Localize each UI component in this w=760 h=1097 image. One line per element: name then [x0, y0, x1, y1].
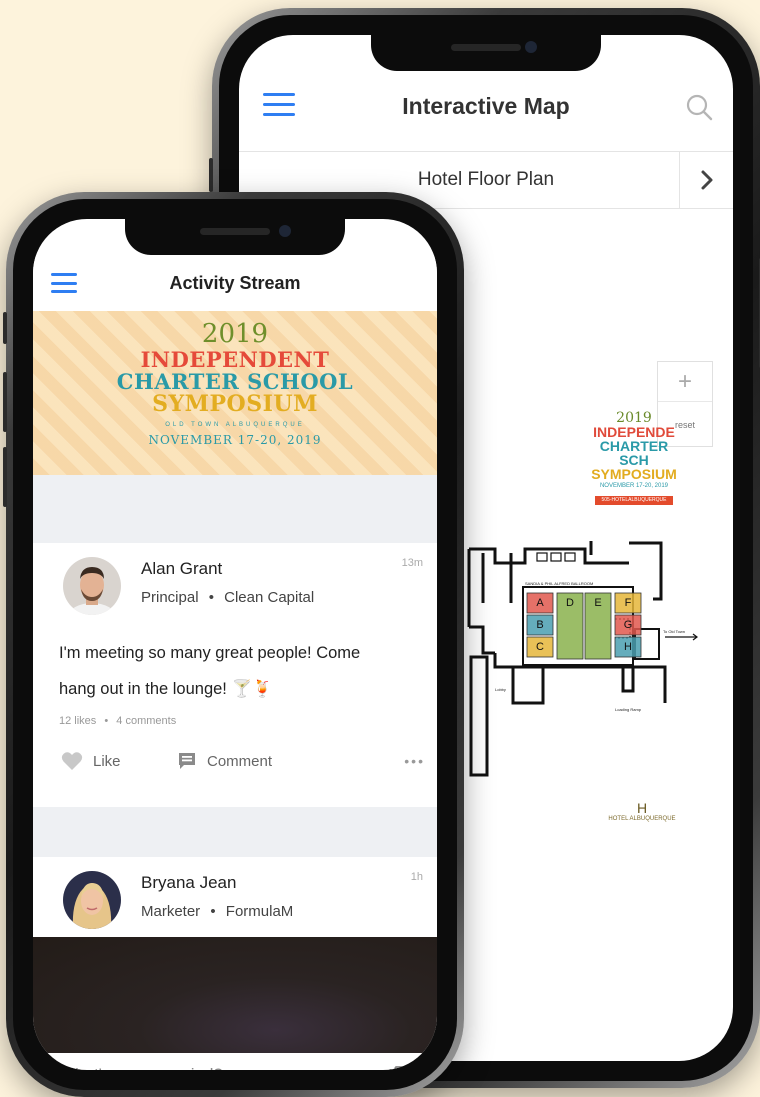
more-options-icon[interactable]: •••	[404, 753, 425, 769]
map-header: Interactive Map	[239, 71, 733, 141]
banner-year: 2019	[201, 319, 269, 349]
room-g[interactable]: G	[614, 614, 642, 636]
post-card: Alan Grant Principal • Clean Capital 13m…	[33, 543, 437, 807]
meta-separator: •	[208, 589, 214, 606]
hotel-logo-name: HOTEL ALBUQUERQUE	[608, 816, 676, 822]
feed-divider	[33, 807, 437, 857]
room-label: C	[536, 641, 544, 653]
volume-up-button	[3, 372, 7, 432]
room-b[interactable]: B	[526, 614, 554, 636]
post-body-line-1: I'm meeting so many great people! Come	[59, 644, 361, 662]
post-author-name[interactable]: Bryana Jean	[141, 873, 236, 893]
notch	[371, 35, 601, 71]
room-label: A	[536, 597, 544, 609]
post-author-name[interactable]: Alan Grant	[141, 559, 222, 579]
room-e[interactable]: E	[584, 592, 612, 660]
post-card: Bryana Jean Marketer • FormulaM 1h	[33, 857, 437, 937]
banner-line-2: CHARTER SCHOOL	[116, 369, 354, 395]
meta-separator: •	[210, 903, 216, 920]
next-floor-button[interactable]	[679, 152, 733, 208]
banner-line-3: SYMPOSIUM	[152, 391, 318, 418]
room-c[interactable]: C	[526, 636, 554, 658]
post-body: I'm meeting so many great people! Come h…	[59, 635, 360, 707]
author-company: FormulaM	[225, 903, 294, 920]
post-timestamp: 1h	[410, 871, 423, 883]
hamburger-icon[interactable]	[263, 93, 295, 116]
volume-down-button	[3, 447, 7, 507]
post-author-meta: Principal • Clean Capital	[141, 589, 314, 606]
post-author-meta: Marketer • FormulaM	[141, 903, 293, 920]
post-stats[interactable]: 12 likes • 4 comments	[59, 715, 176, 727]
room-label: H	[624, 641, 632, 653]
banner-place: OLD TOWN ALBUQUERQUE	[165, 422, 305, 429]
activity-screen: Activity Stream 2019 INDEPENDENT CHARTER…	[33, 219, 437, 1070]
page-title: Activity Stream	[169, 272, 301, 293]
activity-header: Activity Stream	[33, 255, 437, 311]
comment-button[interactable]: Comment	[177, 751, 272, 771]
phone-activity-stream: Activity Stream 2019 INDEPENDENT CHARTER…	[3, 192, 464, 1097]
avatar[interactable]	[63, 871, 121, 929]
floor-selector-label: Hotel Floor Plan	[417, 169, 555, 190]
chevron-right-icon	[701, 170, 712, 190]
logo-tag: 505-HOTELALBUQUERQUE	[595, 496, 673, 505]
loading-ramp-label: Loading Ramp	[615, 707, 642, 712]
avatar-alan-grant-icon	[63, 557, 121, 615]
mute-switch	[209, 158, 213, 192]
stats-separator: •	[104, 715, 109, 727]
avatar-bryana-jean-icon	[63, 871, 121, 929]
room-label: D	[566, 597, 574, 609]
hotel-logo-mark: H	[636, 800, 648, 816]
logo-line-3: SYMPOSIUM	[591, 466, 677, 482]
camera-plus-icon[interactable]	[387, 1064, 411, 1070]
banner-line-1: INDEPENDENT	[140, 347, 330, 372]
map-event-logo: 2019 INDEPENDE CHARTER SCH SYMPOSIUM NOV…	[584, 411, 684, 505]
room-h[interactable]: H	[614, 636, 642, 658]
banner-dates: NOVEMBER 17-20, 2019	[148, 433, 322, 448]
like-button[interactable]: Like	[61, 751, 121, 771]
notch	[125, 219, 345, 255]
hotel-logo: H HOTEL ALBUQUERQUE	[597, 800, 687, 822]
comments-count: 4 comments	[116, 715, 177, 727]
logo-dates: NOVEMBER 17-20, 2019	[599, 483, 669, 489]
logo-line-2: CHARTER SCH	[599, 438, 669, 468]
hamburger-icon[interactable]	[51, 273, 77, 293]
comment-icon	[179, 753, 195, 769]
room-label: E	[594, 597, 601, 609]
composer-input[interactable]	[59, 1065, 359, 1070]
logo-year: 2019	[616, 410, 652, 426]
hotel-floor-plan[interactable]: ABC D E FGH SANDIA & PHIL ALFRED BALLROOM T…	[465, 533, 699, 783]
room-label: F	[625, 597, 632, 609]
room-f[interactable]: F	[614, 592, 642, 614]
avatar[interactable]	[63, 557, 121, 615]
author-company: Clean Capital	[224, 589, 315, 606]
ballroom-label: SANDIA & PHIL ALFRED BALLROOM	[525, 581, 593, 586]
composer-bar[interactable]	[39, 1053, 431, 1070]
room-a[interactable]: A	[526, 592, 554, 614]
room-label: G	[624, 619, 633, 631]
post-timestamp: 13m	[401, 557, 423, 569]
room-label: B	[536, 619, 543, 631]
logo-line-1: INDEPENDE	[593, 424, 675, 440]
post-body-line-2: hang out in the lounge! 🍸🍹	[59, 680, 273, 698]
to-old-town-label: To Old Town	[663, 629, 685, 634]
feed-divider	[33, 475, 437, 543]
heart-icon	[61, 752, 83, 770]
event-banner[interactable]: 2019 INDEPENDENT CHARTER SCHOOL SYMPOSIU…	[33, 311, 437, 475]
search-icon[interactable]	[685, 93, 713, 121]
author-role: Principal	[141, 589, 199, 606]
author-role: Marketer	[141, 903, 201, 920]
post-media[interactable]	[33, 937, 437, 1070]
room-d[interactable]: D	[556, 592, 584, 660]
like-label: Like	[93, 752, 121, 770]
mute-switch	[3, 312, 7, 344]
comment-label: Comment	[207, 752, 273, 770]
likes-count: 12 likes	[59, 715, 97, 727]
page-title: Interactive Map	[402, 92, 570, 119]
zoom-in-button[interactable]: +	[658, 362, 712, 402]
lobby-label: Lobby	[495, 687, 506, 692]
bezel: Activity Stream 2019 INDEPENDENT CHARTER…	[13, 199, 457, 1090]
